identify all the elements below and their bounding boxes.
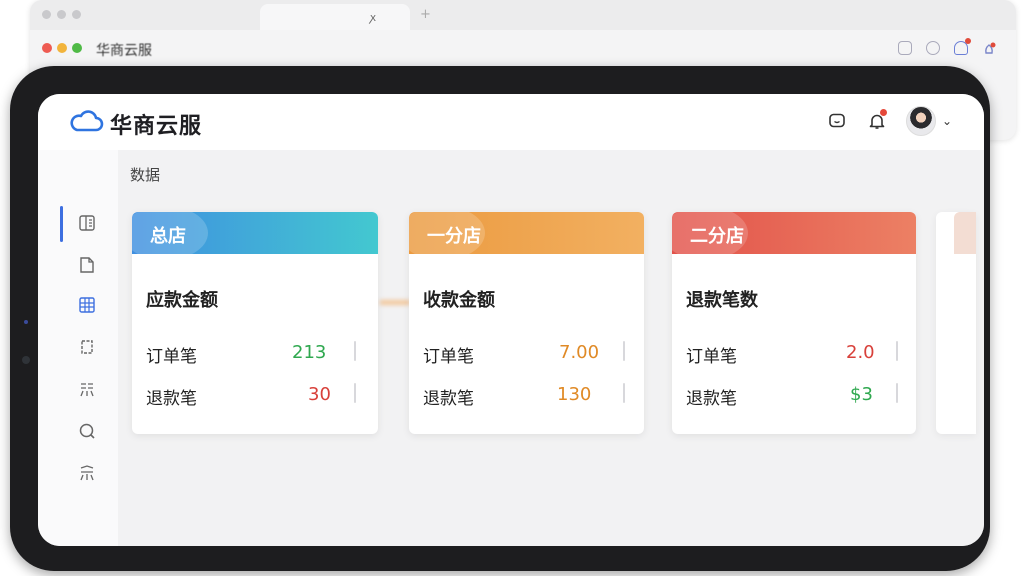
document-icon [80,257,94,273]
browser-toolbar-icons [898,38,996,55]
app-screen: 华商云服 ⌄ 数据 总店 应款金额 订单笔 213 退款笔 30 一分店 收款金… [38,94,984,546]
category-icon [80,465,94,481]
store-card[interactable]: 总店 应款金额 订单笔 213 退款笔 30 [132,212,378,434]
refund-row: 退款笔 $3 [686,383,930,409]
row-value: 30 [308,384,331,405]
row-divider [623,383,625,403]
sidebar-item-search[interactable] [76,420,98,442]
row-divider [354,341,356,361]
row-divider [354,383,356,403]
row-divider [896,341,898,361]
metric-title: 应款金额 [146,290,218,311]
store-card[interactable]: 二分店 退款笔数 订单笔 2.0 退款笔 $3 [672,212,916,434]
order-row: 订单笔 2.0 [686,341,930,367]
browser-tab-bar: ꭗ + [30,0,1016,30]
search-icon [79,423,95,439]
message-icon [829,113,845,128]
menu-icon[interactable] [982,41,996,55]
extension-icon[interactable] [898,41,912,55]
message-button[interactable] [826,110,848,132]
sidebar-item-chart[interactable] [76,378,98,400]
background-progress-bar [380,300,410,305]
row-value: $3 [850,384,873,405]
device-icon [81,340,93,354]
camera [22,356,30,364]
minimize-window-button[interactable] [57,43,67,53]
app-title: 华商云服 [110,114,203,139]
row-value: 130 [557,384,592,405]
notification-badge [879,109,887,116]
window-controls [42,43,82,53]
row-value: 7.00 [559,342,600,363]
row-label: 订单笔 [146,347,197,367]
row-divider [623,341,625,361]
card-header: 一分店 [409,212,644,254]
sidebar-item-category[interactable] [76,462,98,484]
browser-bell-icon[interactable] [954,38,971,55]
app-header: 华商云服 ⌄ [38,94,984,150]
order-row: 订单笔 213 [146,341,392,367]
main-content: 数据 总店 应款金额 订单笔 213 退款笔 30 一分店 收款金额 订单笔 7… [118,150,984,546]
breadcrumb-current: 数据 [130,166,161,184]
chart-icon [80,383,94,397]
sensor-dot [24,320,28,324]
cloud-logo-icon [70,110,104,132]
card-header: 二分店 [672,212,916,254]
card-header: 总店 [132,212,378,254]
sidebar [38,150,118,546]
notification-button[interactable] [866,109,888,132]
row-label: 退款笔 [423,389,474,409]
maximize-window-button[interactable] [72,43,82,53]
grid-icon [79,297,95,313]
row-label: 退款笔 [686,389,737,409]
store-card[interactable]: 一分店 收款金额 订单笔 7.00 退款笔 130 [409,212,644,434]
browser-tab[interactable]: ꭗ [260,4,410,30]
dashboard-icon [79,215,95,231]
row-label: 订单笔 [686,347,737,367]
browser-window-title: 华商云服 [96,43,152,59]
refund-row: 退款笔 30 [146,383,392,409]
sidebar-active-indicator [60,206,63,242]
tab-close-icon[interactable]: ꭗ [370,11,376,24]
order-row: 订单笔 7.00 [423,341,658,367]
header-actions: ⌄ [826,106,952,136]
row-divider [896,383,898,403]
browser-toolbar: 华商云服 [30,30,1016,68]
sidebar-item-grid[interactable] [76,294,98,316]
store-name: 一分店 [427,226,481,247]
row-value: 213 [292,342,327,363]
sidebar-item-dashboard[interactable] [76,212,98,234]
row-value: 2.0 [846,342,875,363]
store-card-partial[interactable] [936,212,976,434]
window-controls-faded [42,10,81,19]
metric-title: 收款金额 [423,290,495,311]
breadcrumb: 数据 [130,164,162,185]
store-name: 总店 [150,226,186,247]
avatar[interactable] [905,106,936,136]
settings-icon[interactable] [926,41,940,55]
sidebar-item-device[interactable] [76,336,98,358]
row-label: 订单笔 [423,347,474,367]
metric-title: 退款笔数 [686,290,758,311]
tablet-device: 华商云服 ⌄ 数据 总店 应款金额 订单笔 213 退款笔 30 一分店 收款金… [10,66,990,571]
new-tab-icon[interactable]: + [420,7,431,22]
store-name: 二分店 [690,226,744,247]
close-window-button[interactable] [42,43,52,53]
refund-row: 退款笔 130 [423,383,658,409]
sidebar-item-document[interactable] [76,254,98,276]
chevron-down-icon[interactable]: ⌄ [942,114,952,128]
row-label: 退款笔 [146,389,197,409]
